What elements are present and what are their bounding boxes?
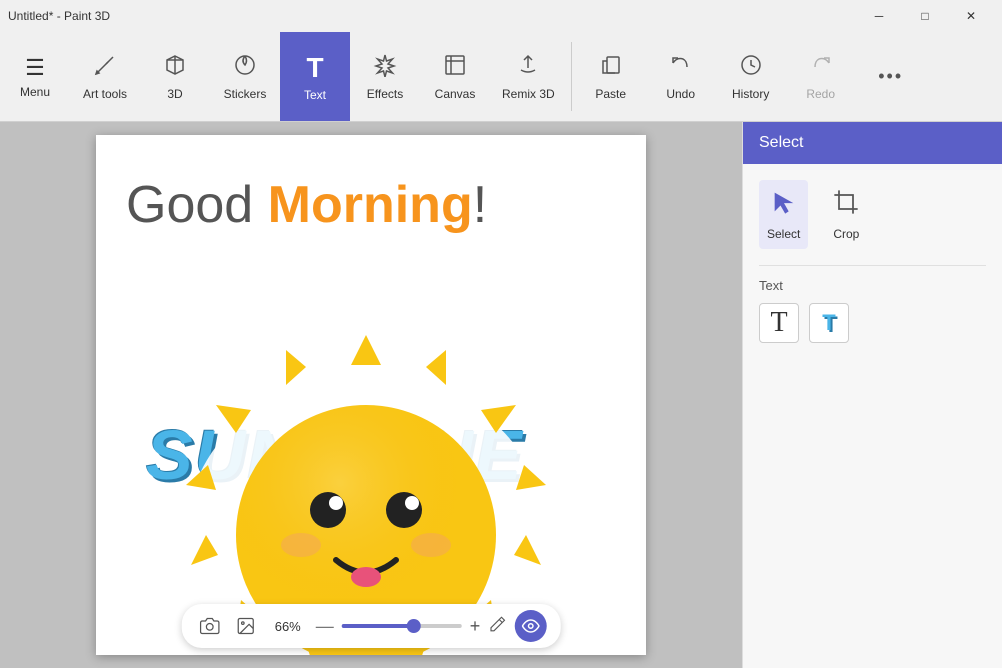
main-area: Good Morning! SUNSHINE (0, 122, 1002, 668)
menu-button[interactable]: ☰ Menu (0, 32, 70, 121)
menu-label: Menu (20, 85, 50, 99)
text-2d-button[interactable]: T (759, 303, 799, 343)
zoom-plus-icon: + (470, 616, 481, 637)
camera-button[interactable] (196, 614, 224, 638)
history-icon (739, 53, 763, 83)
redo-button[interactable]: Redo (786, 32, 856, 121)
undo-icon (669, 53, 693, 83)
panel-divider (759, 265, 986, 266)
pencil-button[interactable] (488, 615, 506, 638)
history-label: History (732, 87, 769, 101)
paste-label: Paste (595, 87, 626, 101)
sun-graphic (136, 245, 596, 655)
title-bar: Untitled* - Paint 3D ─ □ ✕ (0, 0, 1002, 32)
remix3d-label: Remix 3D (502, 87, 555, 101)
right-panel: Select Select (742, 122, 1002, 668)
undo-label: Undo (666, 87, 695, 101)
text-good: Good (126, 176, 268, 234)
3d-icon (163, 53, 187, 83)
paste-icon (599, 53, 623, 83)
3d-button[interactable]: 3D (140, 32, 210, 121)
text-button[interactable]: T Text (280, 32, 350, 121)
canvas-icon (443, 53, 467, 83)
text-2d-icon: T (770, 307, 787, 339)
image-button[interactable] (232, 614, 260, 638)
stickers-button[interactable]: Stickers (210, 32, 280, 121)
art-tools-button[interactable]: Art tools (70, 32, 140, 121)
remix3d-button[interactable]: Remix 3D (490, 32, 567, 121)
redo-icon (809, 53, 833, 83)
remix3d-icon (516, 53, 540, 83)
window-title: Untitled* - Paint 3D (8, 9, 110, 23)
canvas-label: Canvas (435, 87, 476, 101)
panel-header: Select (743, 122, 1002, 164)
redo-label: Redo (806, 87, 835, 101)
panel-title: Select (759, 134, 803, 151)
window-controls: ─ □ ✕ (856, 0, 994, 32)
text-icon: T (306, 52, 323, 84)
effects-icon (373, 53, 397, 83)
zoom-toolbar: 66% — + (182, 604, 561, 648)
select-label: Select (767, 227, 800, 241)
history-button[interactable]: History (716, 32, 786, 121)
canvas-button[interactable]: Canvas (420, 32, 490, 121)
zoom-slider[interactable] (342, 624, 462, 628)
zoom-slider-thumb (407, 619, 421, 633)
effects-label: Effects (367, 87, 403, 101)
stickers-icon (233, 53, 257, 83)
text-icons-row: T T (759, 303, 986, 343)
paste-button[interactable]: Paste (576, 32, 646, 121)
text-section-title: Text (759, 278, 986, 293)
canvas-area[interactable]: Good Morning! SUNSHINE (0, 122, 742, 668)
main-toolbar: ☰ Menu Art tools 3D Stickers (0, 32, 1002, 122)
crop-option[interactable]: Crop (824, 180, 868, 249)
eye-button[interactable] (514, 610, 546, 642)
stickers-label: Stickers (224, 87, 267, 101)
text-excl: ! (473, 176, 487, 234)
text-label: Text (304, 88, 326, 102)
select-option[interactable]: Select (759, 180, 808, 249)
zoom-slider-fill (342, 624, 414, 628)
crop-label: Crop (833, 227, 859, 241)
canvas-content: Good Morning! SUNSHINE (96, 135, 646, 655)
toolbar-separator (571, 42, 572, 111)
panel-content: Select Crop Text T (743, 164, 1002, 359)
art-tools-label: Art tools (83, 87, 127, 101)
menu-icon: ☰ (25, 55, 45, 81)
select-crop-row: Select Crop (759, 180, 986, 249)
select-cursor-icon (770, 188, 798, 221)
crop-icon (832, 188, 860, 221)
text-3d-button[interactable]: T (809, 303, 849, 343)
close-button[interactable]: ✕ (948, 0, 994, 32)
undo-button[interactable]: Undo (646, 32, 716, 121)
minimize-button[interactable]: ─ (856, 0, 902, 32)
maximize-button[interactable]: □ (902, 0, 948, 32)
more-button[interactable]: ••• (856, 32, 926, 121)
3d-label: 3D (167, 87, 182, 101)
effects-button[interactable]: Effects (350, 32, 420, 121)
art-tools-icon (93, 53, 117, 83)
text-3d-icon: T (822, 310, 835, 336)
more-icon: ••• (878, 66, 903, 87)
zoom-minus-icon: — (316, 616, 334, 637)
canvas-text-good-morning: Good Morning! (126, 175, 487, 235)
zoom-percent: 66% (268, 619, 308, 634)
text-morning: Morning (268, 176, 473, 234)
